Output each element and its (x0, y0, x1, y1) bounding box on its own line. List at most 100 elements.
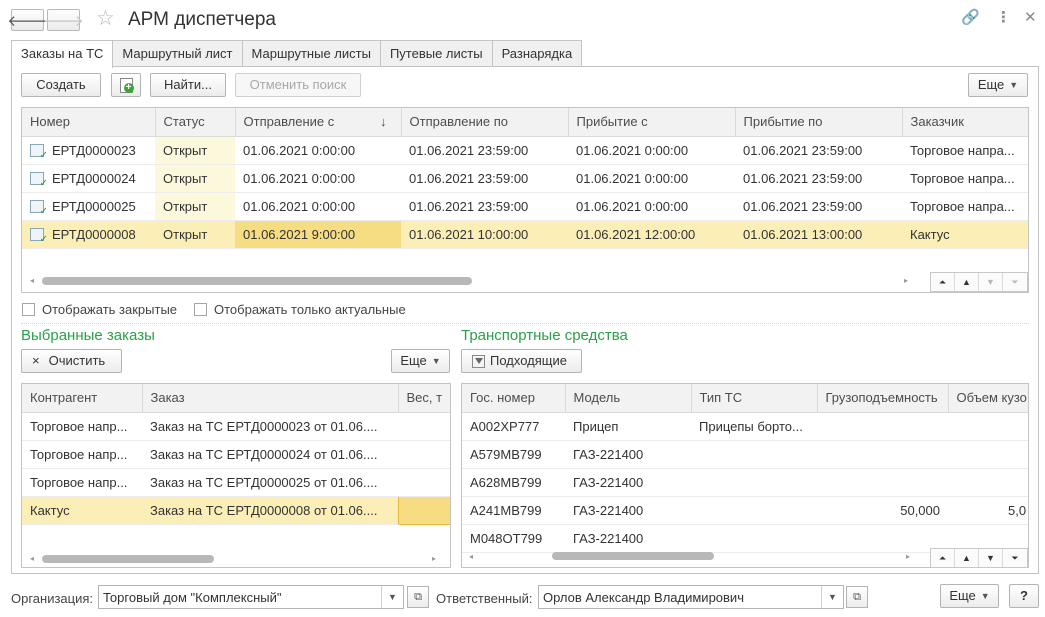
col-weight[interactable]: Вес, т (398, 384, 450, 413)
col-dep-from[interactable]: Отправление с ↓ (235, 108, 402, 137)
selected-orders-table: Контрагент Заказ Вес, т Торговое напр...… (21, 383, 451, 568)
arrow-right-icon: 🡒 (43, 12, 84, 30)
next-row-icon[interactable]: ▼ (979, 549, 1003, 567)
more-vertical-icon[interactable]: ⋮ (996, 8, 1011, 28)
table-row[interactable]: ЕРТД0000024 Открыт 01.06.2021 0:00:00 01… (22, 164, 1028, 193)
table-row[interactable]: Торговое напр... Заказ на ТС ЕРТД0000023… (22, 412, 450, 441)
order-cell: Заказ на ТС ЕРТД0000025 от 01.06.... (142, 468, 398, 497)
find-button[interactable]: Найти... (150, 73, 226, 97)
table-row[interactable]: А579МВ799 ГАЗ-221400 (462, 440, 1028, 469)
order-dep-from: 01.06.2021 0:00:00 (235, 136, 401, 165)
tab-orders[interactable]: Заказы на ТС (11, 40, 114, 68)
capacity-cell: 50,000 (817, 496, 948, 525)
tab-waybills[interactable]: Путевые листы (379, 40, 493, 67)
scroll-left-icon[interactable]: ◂ (469, 552, 473, 561)
order-dep-from: 01.06.2021 9:00:00 (235, 220, 401, 249)
caret-down-icon: ▼ (431, 356, 441, 366)
col-volume[interactable]: Объем кузо (948, 384, 1028, 413)
table-row-selected[interactable]: ЕРТД0000008 Открыт 01.06.2021 9:00:00 01… (22, 220, 1028, 249)
weight-cell[interactable] (397, 495, 450, 525)
table-row[interactable]: А628МВ799 ГАЗ-221400 (462, 468, 1028, 497)
scroll-right-icon[interactable]: ▸ (432, 554, 436, 563)
suitable-button[interactable]: Подходящие (461, 349, 582, 373)
table-row[interactable]: Торговое напр... Заказ на ТС ЕРТД0000025… (22, 468, 450, 497)
scroll-right-icon[interactable]: ▸ (906, 552, 910, 561)
dropdown-arrow-icon[interactable]: ▼ (821, 586, 843, 608)
col-vehicle-type[interactable]: Тип ТС (691, 384, 818, 413)
weight-cell[interactable] (398, 468, 450, 497)
link-icon[interactable]: 🔗 (961, 8, 980, 28)
open-responsible-button[interactable]: ⧉ (846, 586, 868, 608)
plate-cell: М048ОТ799 (462, 524, 565, 553)
back-button[interactable]: 🡐 (7, 9, 48, 31)
vehicles-table: Гос. номер Модель Тип ТС Грузоподъемност… (461, 383, 1029, 568)
responsible-field[interactable]: Орлов Александр Владимирович ▼ (538, 585, 844, 609)
window-title: АРМ диспетчера (128, 9, 276, 30)
last-row-icon[interactable]: ⏷ (1003, 273, 1027, 291)
open-organization-button[interactable]: ⧉ (407, 586, 429, 608)
clear-button-label: Очистить (48, 353, 106, 368)
plate-cell: А241МВ799 (462, 496, 565, 525)
next-row-icon[interactable]: ▼ (979, 273, 1003, 291)
show-actual-checkbox[interactable]: Отображать только актуальные (194, 302, 406, 317)
show-closed-checkbox[interactable]: Отображать закрытые (22, 302, 177, 317)
first-row-icon[interactable]: ⏶ (931, 273, 955, 291)
tab-route-sheet[interactable]: Маршрутный лист (112, 40, 243, 67)
last-row-icon[interactable]: ⏷ (1003, 549, 1027, 567)
scroll-right-icon[interactable]: ▸ (904, 276, 908, 285)
order-arr-to: 01.06.2021 23:59:00 (735, 192, 902, 221)
model-cell: ГАЗ-221400 (565, 468, 691, 497)
orders-hscroll-thumb[interactable] (42, 277, 472, 285)
col-dep-to[interactable]: Отправление по (401, 108, 569, 137)
table-row[interactable]: А002ХР777 Прицеп Прицепы борто... (462, 412, 1028, 441)
cancel-search-button[interactable]: Отменить поиск (235, 73, 361, 97)
close-icon: × (32, 353, 40, 368)
dropdown-arrow-icon[interactable]: ▼ (381, 586, 403, 608)
weight-cell[interactable] (398, 412, 450, 441)
col-arr-from[interactable]: Прибытие с (568, 108, 736, 137)
organization-field[interactable]: Торговый дом "Комплексный" ▼ (98, 585, 404, 609)
col-dep-from-label: Отправление с (243, 114, 335, 130)
table-row[interactable]: А241МВ799 ГАЗ-221400 50,000 5,0 (462, 496, 1028, 525)
close-icon[interactable]: ✕ (1024, 8, 1037, 28)
order-status: Открыт (155, 136, 235, 165)
col-customer[interactable]: Заказчик (902, 108, 1028, 137)
table-row-selected[interactable]: Кактус Заказ на ТС ЕРТД0000008 от 01.06.… (22, 495, 450, 525)
footer-more-button[interactable]: Еще ▼ (940, 584, 999, 608)
col-plate[interactable]: Гос. номер (462, 384, 566, 413)
type-cell: Прицепы борто... (691, 412, 817, 441)
forward-button[interactable]: 🡒 (43, 9, 84, 31)
divider (21, 323, 1029, 324)
col-capacity[interactable]: Грузоподъемность (817, 384, 949, 413)
clear-button[interactable]: × Очистить (21, 349, 122, 373)
first-row-icon[interactable]: ⏶ (931, 549, 955, 567)
col-arr-to[interactable]: Прибытие по (735, 108, 903, 137)
document-posted-icon (30, 199, 48, 217)
scroll-left-icon[interactable]: ◂ (30, 554, 34, 563)
table-row[interactable]: ЕРТД0000025 Открыт 01.06.2021 0:00:00 01… (22, 192, 1028, 221)
tab-route-sheets[interactable]: Маршрутные листы (241, 40, 381, 67)
prev-row-icon[interactable]: ▲ (955, 273, 979, 291)
weight-cell[interactable] (398, 440, 450, 469)
table-row[interactable]: ЕРТД0000023 Открыт 01.06.2021 0:00:00 01… (22, 136, 1028, 165)
prev-row-icon[interactable]: ▲ (955, 549, 979, 567)
create-copy-button[interactable]: + (111, 73, 141, 97)
help-button[interactable]: ? (1009, 584, 1039, 608)
tab-assignment[interactable]: Разнарядка (491, 40, 583, 67)
col-order[interactable]: Заказ (142, 384, 399, 413)
col-model[interactable]: Модель (565, 384, 692, 413)
more-button[interactable]: Еще ▼ (968, 73, 1028, 97)
type-cell (691, 468, 817, 497)
selected-hscroll-thumb[interactable] (42, 555, 214, 563)
col-counterparty[interactable]: Контрагент (22, 384, 143, 413)
col-number[interactable]: Номер (22, 108, 156, 137)
vehicles-hscroll-thumb[interactable] (552, 552, 714, 560)
capacity-cell (817, 524, 948, 553)
favorite-star-icon[interactable]: ☆ (96, 7, 115, 31)
selected-more-button[interactable]: Еще ▼ (391, 349, 450, 373)
scroll-left-icon[interactable]: ◂ (30, 276, 34, 285)
create-button[interactable]: Создать (21, 73, 101, 97)
col-status[interactable]: Статус (155, 108, 236, 137)
table-row[interactable]: Торговое напр... Заказ на ТС ЕРТД0000024… (22, 440, 450, 469)
orders-table: Номер Статус Отправление с ↓ Отправление… (21, 107, 1029, 293)
